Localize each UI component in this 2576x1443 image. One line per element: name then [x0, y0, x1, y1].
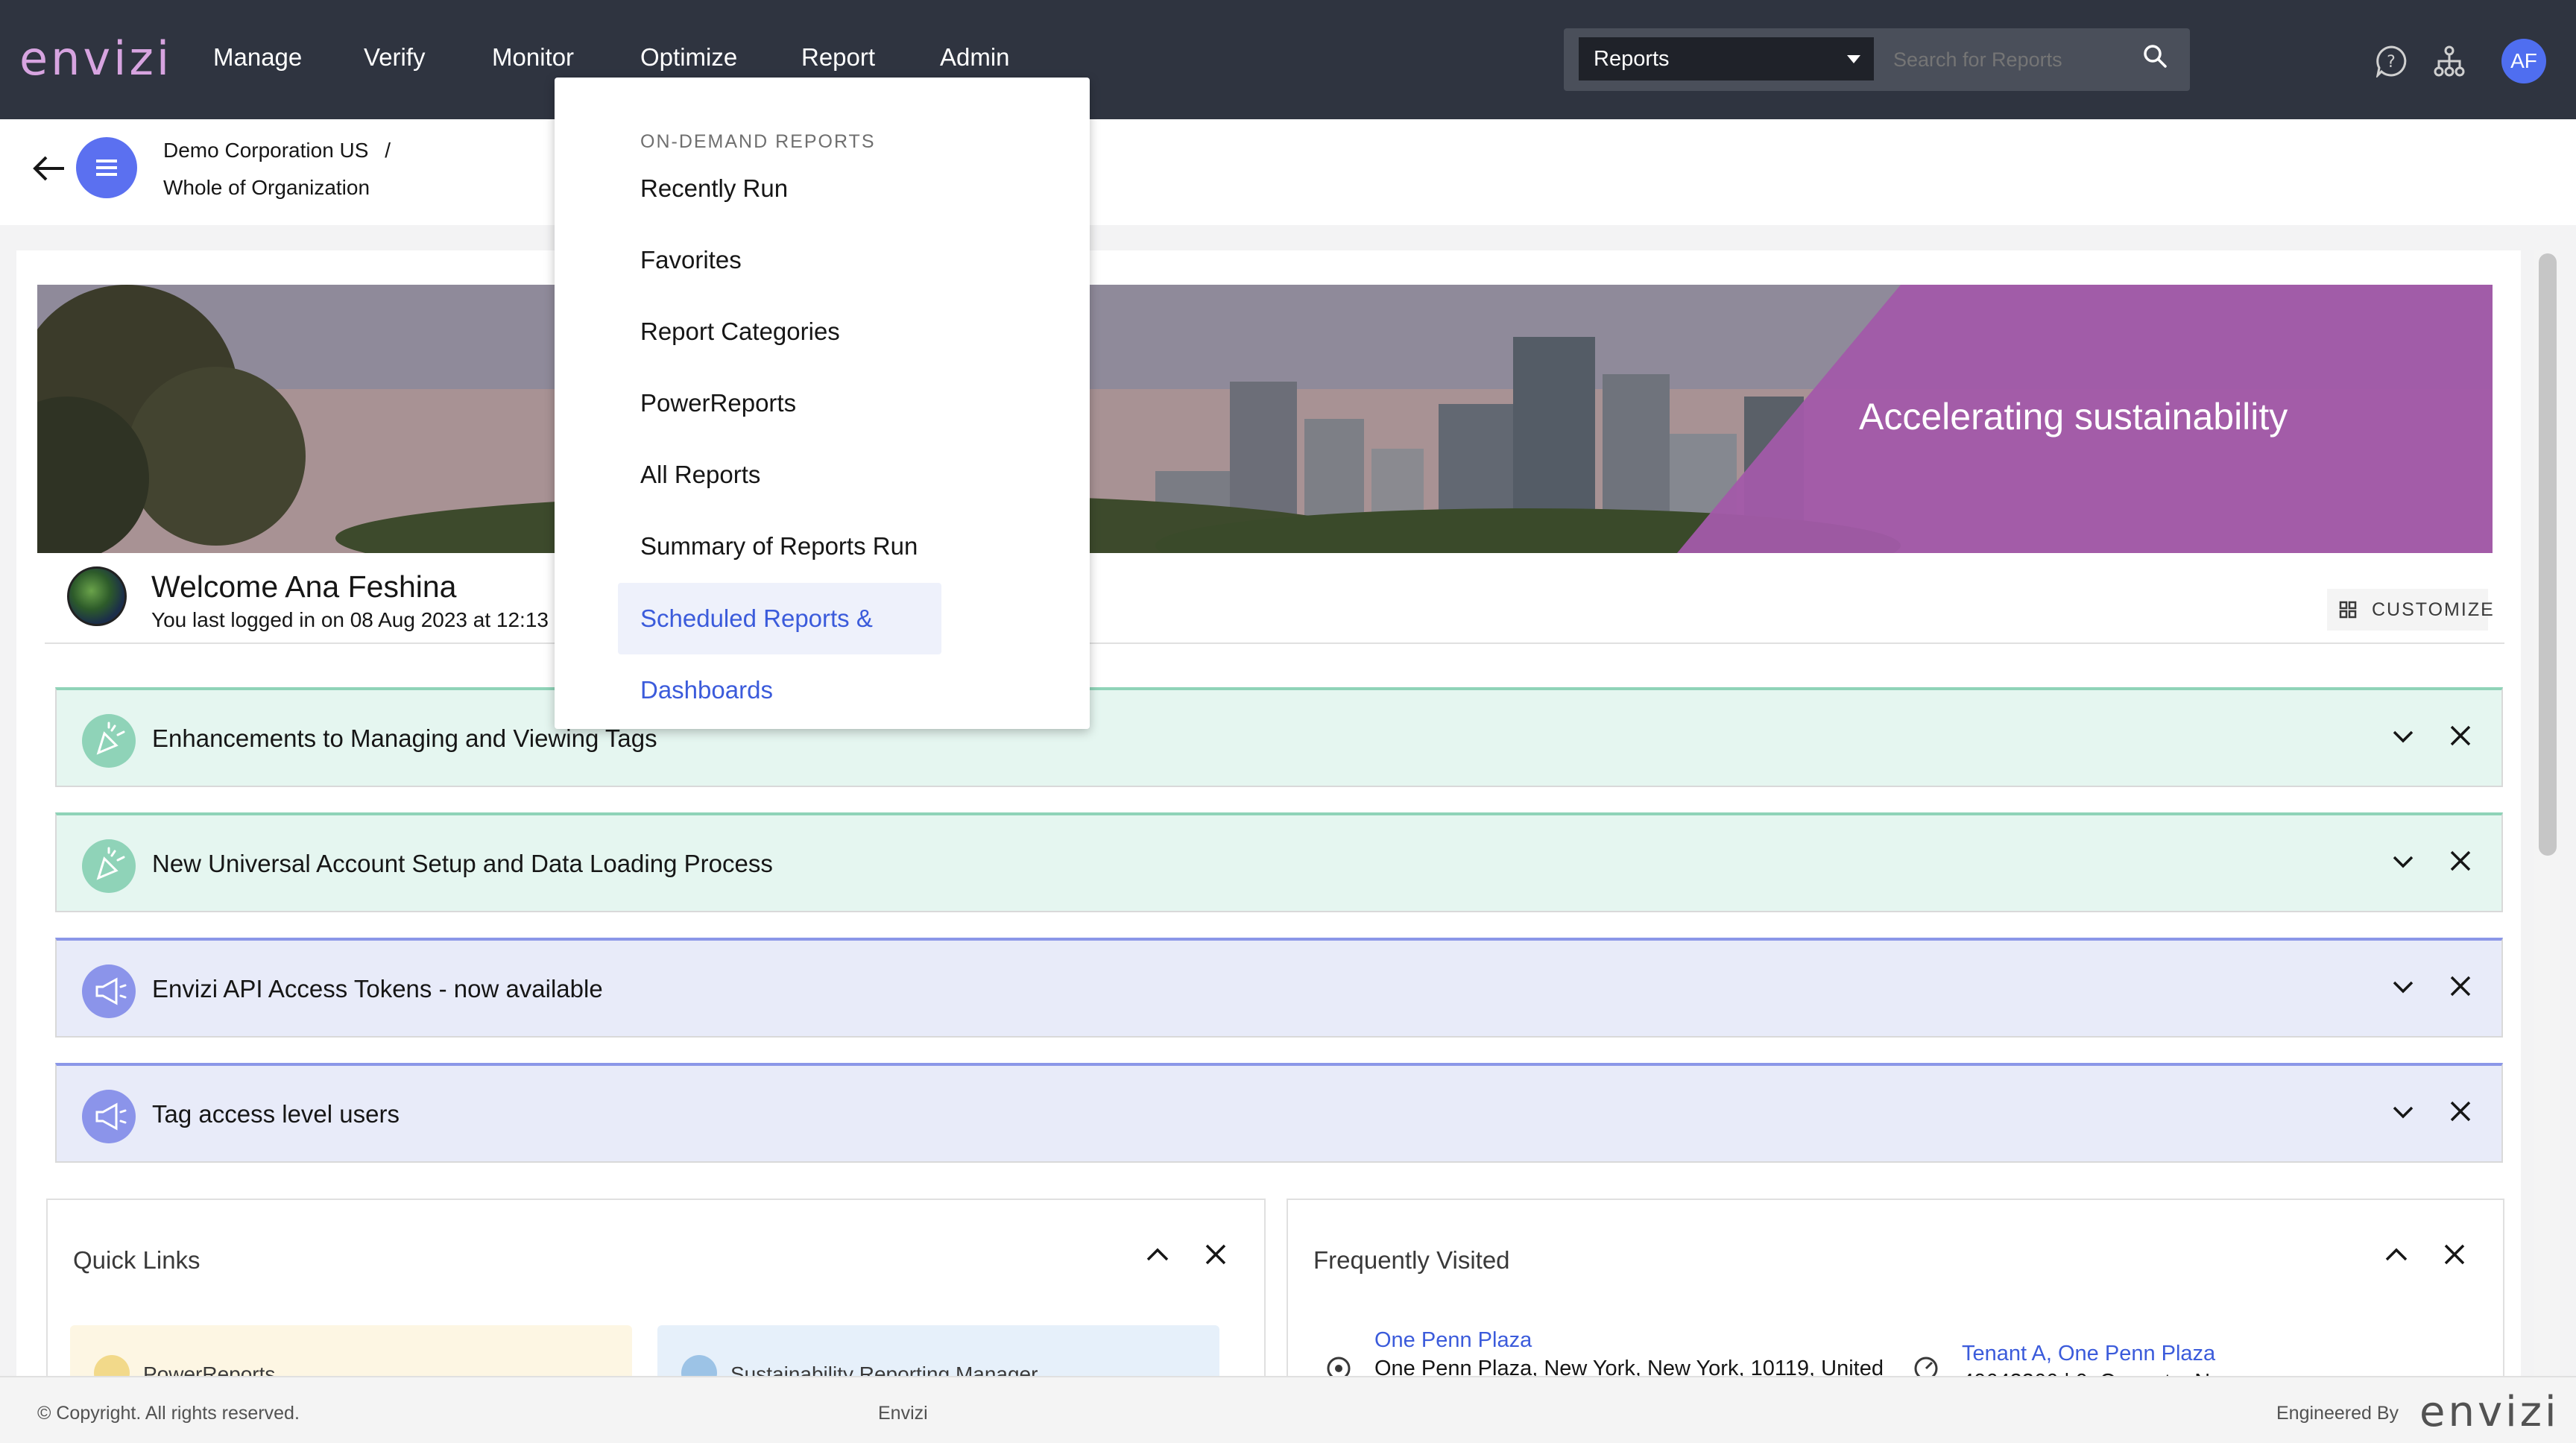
- nav-monitor[interactable]: Monitor: [492, 43, 574, 72]
- envizi-logo[interactable]: envizi: [19, 31, 172, 86]
- frequently-visited-widget: Frequently Visited One Penn Plaza One Pe…: [1287, 1199, 2504, 1377]
- copyright-text: © Copyright. All rights reserved.: [37, 1403, 300, 1424]
- menu-item-powerreports[interactable]: PowerReports: [640, 389, 796, 417]
- breadcrumb-org-label: Demo Corporation US: [163, 139, 369, 162]
- divider: [45, 642, 2504, 644]
- notice-item[interactable]: Tag access level users: [55, 1063, 2503, 1163]
- frequently-visited-link[interactable]: Tenant A, One Penn Plaza: [1962, 1342, 2215, 1366]
- notice-title: Tag access level users: [152, 1100, 400, 1128]
- banner-tagline: Accelerating sustainability: [1859, 396, 2288, 438]
- footer-center-text: Envizi: [878, 1403, 928, 1424]
- search-input[interactable]: [1892, 37, 2178, 82]
- notice-item[interactable]: New Universal Account Setup and Data Loa…: [55, 812, 2503, 912]
- top-navigation-bar: envizi Manage Verify Monitor Optimize Re…: [0, 0, 2576, 119]
- dropdown-section-heading: ON-DEMAND REPORTS: [640, 131, 876, 152]
- report-dropdown-menu: ON-DEMAND REPORTS Recently Run Favorites…: [555, 78, 1090, 729]
- menu-item-favorites[interactable]: Favorites: [640, 246, 742, 274]
- breadcrumb-scope[interactable]: Whole of Organization: [163, 176, 370, 200]
- menu-item-scheduled-reports[interactable]: Scheduled Reports & Dashboards: [618, 583, 941, 704]
- celebration-icon: [82, 714, 136, 768]
- back-arrow-icon[interactable]: [31, 154, 66, 183]
- chevron-up-icon[interactable]: [1145, 1242, 1170, 1267]
- last-login-text: You last logged in on 08 Aug 2023 at 12:…: [151, 608, 549, 631]
- notice-title: New Universal Account Setup and Data Loa…: [152, 850, 773, 877]
- meter-icon: [1914, 1357, 1938, 1376]
- chevron-up-icon[interactable]: [2384, 1242, 2409, 1267]
- location-pin-icon: [1327, 1357, 1351, 1376]
- grid-icon: [2339, 601, 2357, 619]
- customize-label: CUSTOMIZE: [2372, 599, 2495, 620]
- quick-links-title: Quick Links: [73, 1246, 201, 1274]
- chevron-down-icon[interactable]: [2390, 1099, 2416, 1125]
- breadcrumb-org[interactable]: Demo Corporation US /: [163, 139, 391, 162]
- menu-item-all-reports[interactable]: All Reports: [640, 461, 760, 489]
- close-icon[interactable]: [2449, 850, 2472, 872]
- quick-link-powerreports[interactable]: PowerReports: [70, 1325, 632, 1377]
- frequently-visited-title: Frequently Visited: [1313, 1246, 1510, 1274]
- menu-icon: [96, 160, 117, 162]
- close-icon[interactable]: [2443, 1243, 2466, 1266]
- report-icon: [94, 1355, 130, 1376]
- engineered-by-text: Engineered By: [2276, 1403, 2399, 1424]
- notice-item[interactable]: Enhancements to Managing and Viewing Tag…: [55, 687, 2503, 787]
- search-scope-select[interactable]: Reports: [1579, 37, 1874, 80]
- search-icon[interactable]: [2142, 43, 2168, 69]
- notice-title: Envizi API Access Tokens - now available: [152, 975, 603, 1002]
- nav-report[interactable]: Report: [801, 43, 875, 72]
- celebration-icon: [82, 839, 136, 893]
- nav-optimize[interactable]: Optimize: [640, 43, 737, 72]
- menu-item-recently-run[interactable]: Recently Run: [640, 174, 788, 203]
- quick-link-sustainability-reporting[interactable]: Sustainability Reporting Manager: [657, 1325, 1219, 1377]
- caret-down-icon: [1847, 55, 1860, 63]
- chevron-down-icon[interactable]: [2390, 848, 2416, 875]
- nav-manage[interactable]: Manage: [213, 43, 302, 72]
- menu-item-report-categories[interactable]: Report Categories: [640, 318, 840, 346]
- quick-links-widget: Quick Links PowerReports Sustainability …: [46, 1199, 1266, 1377]
- footer: © Copyright. All rights reserved. Envizi…: [0, 1376, 2576, 1443]
- org-globe-avatar: [67, 566, 127, 626]
- close-icon[interactable]: [2449, 1100, 2472, 1122]
- menu-item-summary-of-reports-run[interactable]: Summary of Reports Run: [640, 532, 918, 561]
- frequently-visited-link[interactable]: One Penn Plaza: [1374, 1328, 1532, 1353]
- context-header: [0, 119, 2576, 225]
- svg-text:?: ?: [2387, 53, 2396, 72]
- scrollbar-thumb[interactable]: [2539, 253, 2557, 856]
- search-scope-value: Reports: [1594, 47, 1670, 71]
- search-bar: Reports: [1564, 28, 2190, 91]
- location-menu-button[interactable]: [76, 137, 137, 198]
- quick-link-label: PowerReports: [143, 1363, 276, 1377]
- breadcrumb-separator: /: [385, 139, 391, 162]
- user-avatar[interactable]: AF: [2501, 39, 2546, 83]
- close-icon[interactable]: [1205, 1243, 1227, 1266]
- quick-link-label: Sustainability Reporting Manager: [730, 1363, 1038, 1377]
- notice-item[interactable]: Envizi API Access Tokens - now available: [55, 938, 2503, 1038]
- report-icon: [681, 1355, 717, 1376]
- megaphone-icon: [82, 1090, 136, 1143]
- chevron-down-icon[interactable]: [2390, 723, 2416, 750]
- footer-logo: envizi: [2419, 1388, 2560, 1436]
- chevron-down-icon[interactable]: [2390, 973, 2416, 1000]
- nav-admin[interactable]: Admin: [940, 43, 1010, 72]
- frequently-visited-address: One Penn Plaza, New York, New York, 1011…: [1374, 1357, 1884, 1377]
- customize-button[interactable]: CUSTOMIZE: [2327, 589, 2493, 631]
- welcome-title: Welcome Ana Feshina: [151, 569, 457, 604]
- close-icon[interactable]: [2449, 724, 2472, 747]
- megaphone-icon: [82, 964, 136, 1018]
- nav-verify[interactable]: Verify: [364, 43, 426, 72]
- org-hierarchy-icon[interactable]: [2433, 45, 2466, 78]
- help-icon[interactable]: ?: [2375, 45, 2408, 78]
- close-icon[interactable]: [2449, 975, 2472, 997]
